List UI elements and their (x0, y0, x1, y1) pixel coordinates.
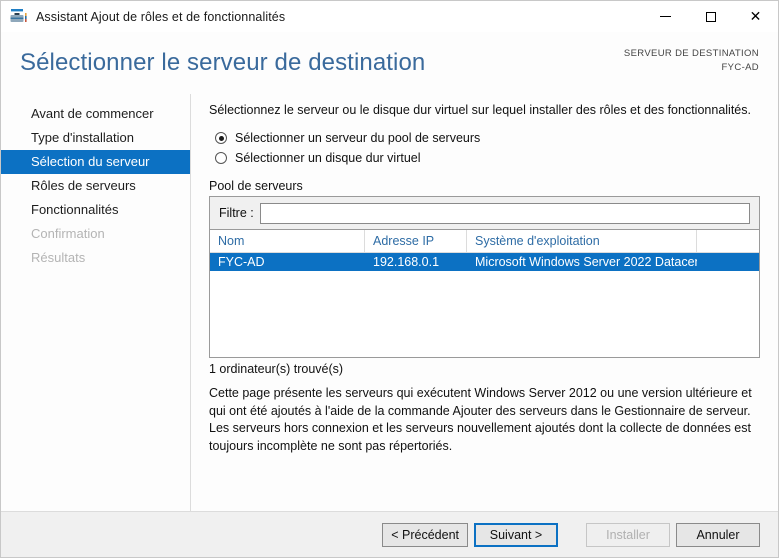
close-button[interactable]: ✕ (733, 1, 778, 32)
server-pool-label: Pool de serveurs (209, 179, 303, 193)
server-list-body: FYC-AD 192.168.0.1 Microsoft Windows Ser… (210, 253, 759, 357)
radio-server-pool-indicator[interactable] (215, 132, 227, 144)
filter-input[interactable] (259, 202, 750, 224)
filter-panel: Filtre : (209, 196, 760, 230)
maximize-button[interactable] (688, 1, 733, 32)
column-header-adresse-ip[interactable]: Adresse IP (365, 230, 467, 252)
destination-server-block: SERVEUR DE DESTINATION FYC-AD (624, 47, 759, 75)
wizard-window: Assistant Ajout de rôles et de fonctionn… (0, 0, 779, 558)
cell-systeme-exploitation: Microsoft Windows Server 2022 Datacenter (475, 255, 697, 269)
sidebar-item-selection-serveur[interactable]: Sélection du serveur (1, 150, 190, 174)
next-button[interactable]: Suivant > (474, 522, 558, 547)
help-text: Cette page présente les serveurs qui exé… (209, 386, 752, 453)
sidebar-item-type-installation[interactable]: Type d'installation (1, 126, 190, 150)
toolbox-icon (8, 6, 30, 28)
destination-server-label: SERVEUR DE DESTINATION (623, 48, 759, 59)
server-pool-list[interactable]: Nom Adresse IP Système d'exploitation FY… (209, 230, 760, 358)
minimize-icon (660, 16, 671, 17)
table-row[interactable]: FYC-AD 192.168.0.1 Microsoft Windows Ser… (210, 253, 759, 271)
sidebar-item-roles-serveurs[interactable]: Rôles de serveurs (1, 174, 190, 198)
close-icon: ✕ (749, 8, 762, 25)
column-header-systeme-exploitation[interactable]: Système d'exploitation (467, 230, 697, 252)
radio-server-pool-label: Sélectionner un serveur du pool de serve… (235, 131, 481, 145)
page-header: Sélectionner le serveur de destination S… (1, 32, 778, 94)
main-content: Sélectionnez le serveur ou le disque dur… (191, 94, 778, 511)
sidebar-item-avant-de-commencer[interactable]: Avant de commencer (1, 102, 190, 126)
computers-found-text: 1 ordinateur(s) trouvé(s) (209, 362, 344, 376)
intro-text: Sélectionnez le serveur ou le disque dur… (209, 103, 751, 117)
sidebar-item-resultats: Résultats (31, 250, 86, 265)
cell-adresse-ip: 192.168.0.1 (373, 255, 440, 269)
cancel-button[interactable]: Annuler (676, 522, 760, 547)
destination-server-value: FYC-AD (721, 62, 759, 73)
sidebar-item-confirmation: Confirmation (31, 226, 105, 241)
body-area: Avant de commencer Type d'installation S… (1, 94, 778, 511)
radio-option-server-pool[interactable]: Sélectionner un serveur du pool de serve… (215, 128, 760, 148)
column-header-spacer (697, 230, 759, 252)
footer-button-bar: < Précédent Suivant > Installer Annuler (1, 511, 778, 557)
maximize-icon (705, 11, 716, 22)
column-header-nom[interactable]: Nom (210, 230, 365, 252)
window-controls: ✕ (643, 1, 778, 32)
radio-virtual-disk-indicator[interactable] (215, 152, 227, 164)
wizard-steps-sidebar: Avant de commencer Type d'installation S… (1, 94, 191, 511)
minimize-button[interactable] (643, 1, 688, 32)
server-list-header: Nom Adresse IP Système d'exploitation (210, 230, 759, 253)
filter-label: Filtre : (219, 206, 254, 220)
title-bar: Assistant Ajout de rôles et de fonctionn… (1, 1, 778, 32)
sidebar-item-fonctionnalites[interactable]: Fonctionnalités (1, 198, 190, 222)
window-title: Assistant Ajout de rôles et de fonctionn… (36, 9, 286, 24)
radio-virtual-disk-label: Sélectionner un disque dur virtuel (235, 151, 421, 165)
cell-nom: FYC-AD (218, 255, 265, 269)
page-title: Sélectionner le serveur de destination (20, 49, 426, 76)
install-button: Installer (586, 522, 670, 547)
radio-option-virtual-disk[interactable]: Sélectionner un disque dur virtuel (215, 148, 760, 168)
previous-button[interactable]: < Précédent (382, 522, 468, 547)
